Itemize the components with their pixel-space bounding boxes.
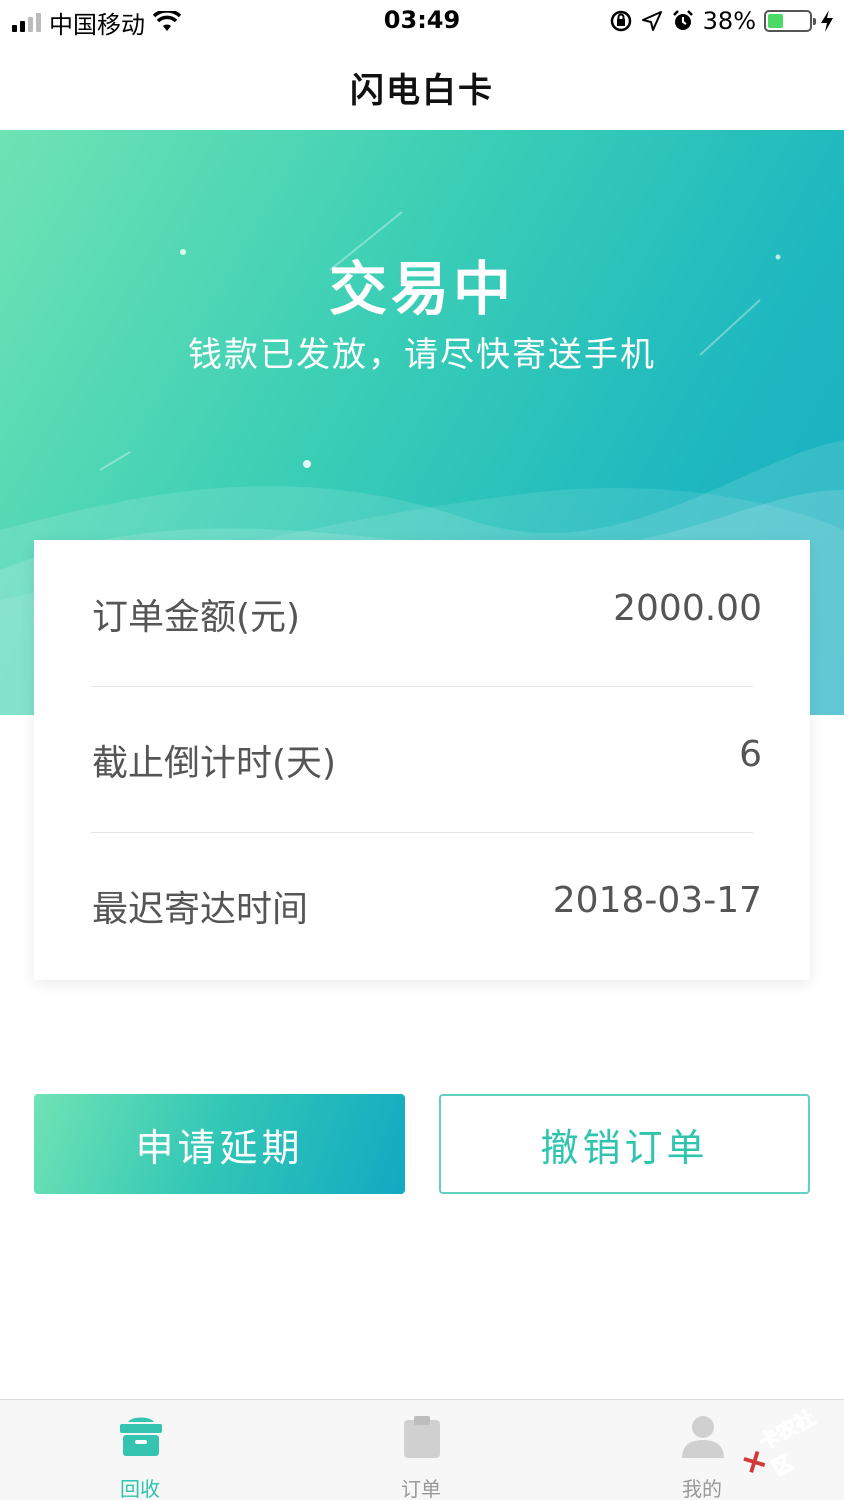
user-icon [682,1416,724,1458]
deadline-label: 最迟寄达时间 [92,889,309,930]
countdown-row: 截止倒计时(天) 6 [34,686,810,832]
cancel-order-button[interactable]: 撤销订单 [439,1094,810,1194]
order-amount-value: 2000.00 [613,588,762,629]
battery-icon [764,10,816,32]
battery-level [768,14,784,28]
page-title: 闪电白卡 [350,70,494,111]
deadline-value: 2018-03-17 [552,880,762,921]
deadline-row: 最迟寄达时间 2018-03-17 [34,832,810,978]
order-amount-label: 订单金额(元) [92,597,301,638]
tab-recycle[interactable]: 回收 [40,1400,240,1500]
order-amount-row: 订单金额(元) 2000.00 [34,540,810,686]
orientation-lock-icon [610,10,631,32]
tab-label: 回收 [120,1477,160,1500]
tab-label: 订单 [401,1477,441,1500]
order-status-title: 交易中 [328,255,515,323]
status-right: 38% [609,6,834,36]
location-icon [641,11,662,31]
status-bar: 中国移动 03:49 38% [0,0,844,44]
clipboard-icon [404,1416,440,1458]
order-status-subtitle: 钱款已发放，请尽快寄送手机 [188,335,656,375]
battery-percent: 38% [702,7,756,35]
tab-orders[interactable]: 订单 [321,1400,521,1500]
nav-bar: 闪电白卡 [0,44,844,130]
tab-bar: 回收 订单 我的 [0,1399,844,1500]
countdown-label: 截止倒计时(天) [92,743,337,784]
order-info-card: 订单金额(元) 2000.00 截止倒计时(天) 6 最迟寄达时间 2018-0… [34,540,810,980]
countdown-value: 6 [739,734,762,775]
alarm-icon [672,10,693,30]
apply-extension-button[interactable]: 申请延期 [34,1094,405,1194]
recycle-box-icon [120,1417,162,1456]
charging-icon [821,10,833,32]
